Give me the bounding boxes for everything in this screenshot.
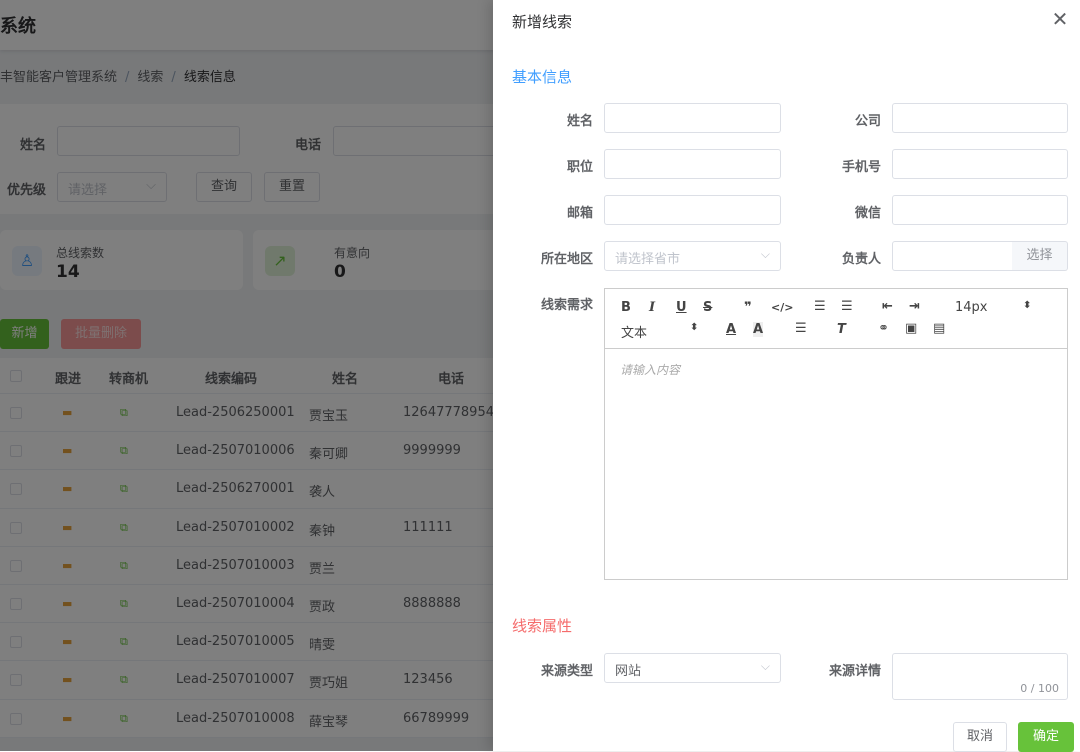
region-field-label: 所在地区	[540, 252, 593, 267]
ordered-list-icon[interactable]: ☰	[814, 299, 826, 314]
font-size-select[interactable]: 14px	[955, 300, 988, 315]
underline-icon[interactable]: U	[676, 300, 687, 315]
source-type-select[interactable]: 网站 ⌵	[604, 653, 781, 683]
company-field-label: 公司	[854, 114, 881, 129]
email-field[interactable]	[604, 195, 781, 225]
close-icon[interactable]: ✕	[1049, 8, 1071, 30]
owner-select-button[interactable]: 选择	[1012, 241, 1068, 271]
basic-info-section-title: 基本信息	[512, 68, 573, 86]
confirm-button[interactable]: 确定	[1018, 722, 1074, 752]
char-counter: 0 / 100	[1020, 682, 1059, 695]
blockquote-icon[interactable]: ❞	[744, 300, 752, 315]
text-type-select[interactable]: 文本	[621, 322, 647, 341]
bold-icon[interactable]: B	[621, 300, 631, 315]
wechat-field-label: 微信	[854, 206, 881, 221]
image-icon[interactable]: ▣	[905, 321, 917, 336]
italic-icon[interactable]: I	[649, 300, 655, 315]
rich-text-editor: B I U S ❞ </> ☰ ☰ ⇤ ⇥ 14px ⬍ 文本 ⬍ A A ☰ …	[604, 288, 1068, 580]
new-lead-drawer: 新增线索 ✕ 基本信息 姓名 公司 职位 手机号 邮箱 微信 所在地区 请选择省…	[493, 0, 1080, 752]
mobile-field[interactable]	[892, 149, 1068, 179]
clear-format-icon[interactable]: T	[837, 322, 846, 337]
source-detail-textarea[interactable]: 0 / 100	[892, 653, 1068, 700]
text-type-caret-icon: ⬍	[690, 322, 699, 333]
lead-attribute-section-title: 线索属性	[512, 617, 573, 635]
strike-icon[interactable]: S	[703, 300, 712, 315]
editor-placeholder[interactable]: 请输入内容	[620, 361, 680, 378]
chevron-down-icon: ⌵	[760, 659, 770, 673]
position-field-label: 职位	[566, 160, 593, 175]
wechat-field[interactable]	[892, 195, 1068, 225]
region-placeholder: 请选择省市	[615, 252, 681, 267]
align-icon[interactable]: ☰	[795, 321, 807, 336]
background-color-icon[interactable]: A	[753, 322, 764, 337]
company-field[interactable]	[892, 103, 1068, 133]
bullet-list-icon[interactable]: ☰	[841, 299, 853, 314]
code-icon[interactable]: </>	[771, 301, 793, 314]
source-type-label: 来源类型	[540, 664, 593, 679]
font-size-caret-icon: ⬍	[1023, 300, 1032, 311]
region-select[interactable]: 请选择省市 ⌵	[604, 241, 781, 271]
name-field-label: 姓名	[566, 114, 593, 129]
video-icon[interactable]: ▤	[933, 321, 945, 336]
outdent-icon[interactable]: ⇤	[882, 299, 893, 314]
mobile-field-label: 手机号	[841, 160, 881, 175]
needs-field-label: 线索需求	[540, 298, 593, 313]
editor-toolbar: B I U S ❞ </> ☰ ☰ ⇤ ⇥ 14px ⬍ 文本 ⬍ A A ☰ …	[605, 289, 1067, 349]
source-type-value: 网站	[615, 664, 642, 679]
link-icon[interactable]: ⚭	[878, 321, 889, 336]
cancel-button[interactable]: 取消	[953, 722, 1007, 752]
source-detail-label: 来源详情	[828, 664, 881, 679]
indent-icon[interactable]: ⇥	[909, 299, 920, 314]
name-field[interactable]	[604, 103, 781, 133]
drawer-title: 新增线索	[512, 13, 573, 31]
font-color-icon[interactable]: A	[726, 322, 736, 337]
chevron-down-icon: ⌵	[760, 247, 770, 261]
email-field-label: 邮箱	[566, 206, 593, 221]
position-field[interactable]	[604, 149, 781, 179]
owner-field-label: 负责人	[841, 252, 881, 267]
owner-field[interactable]	[892, 241, 1013, 271]
